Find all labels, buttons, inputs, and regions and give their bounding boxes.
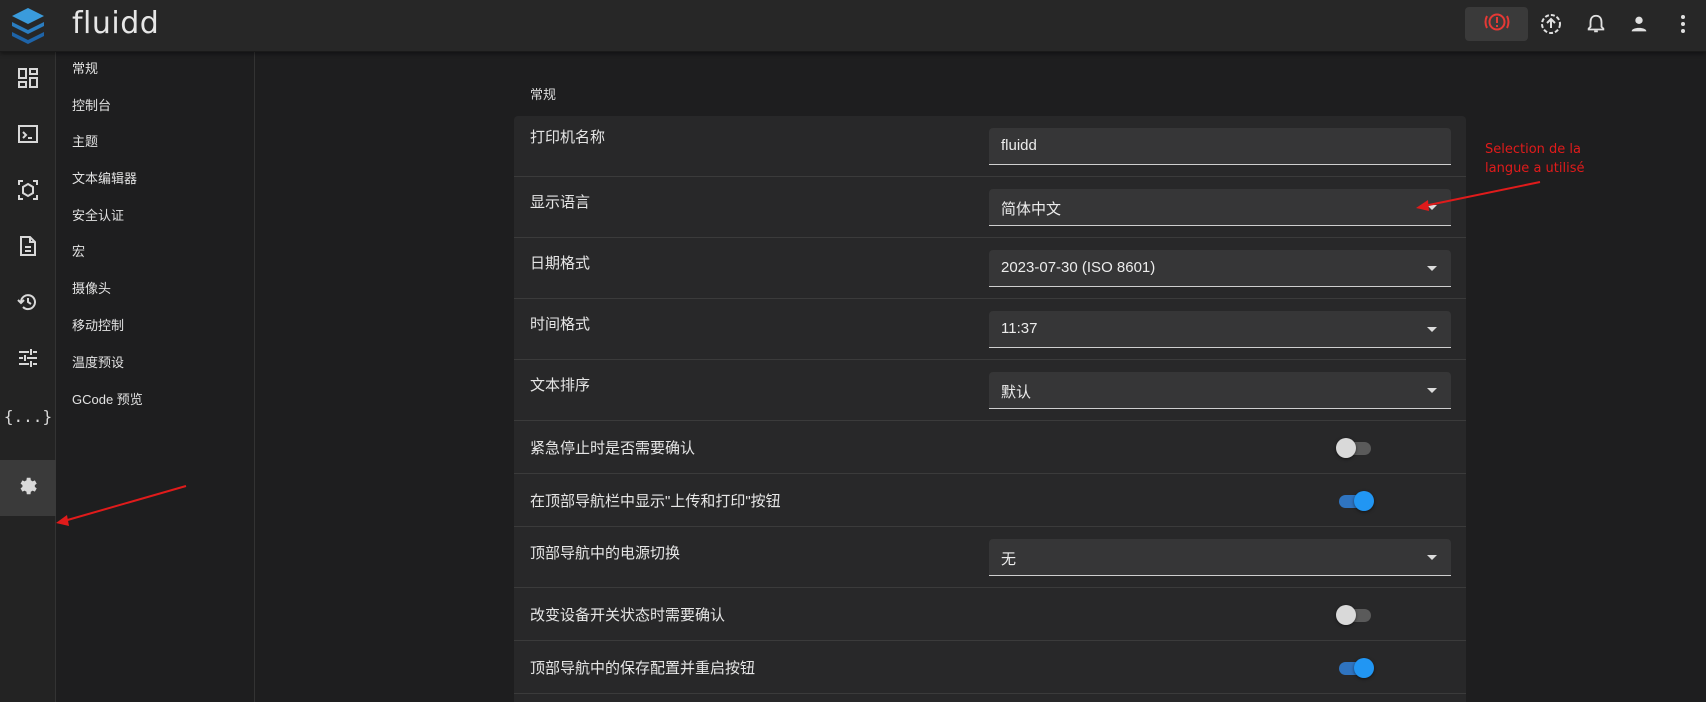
history-icon [17, 291, 39, 318]
fluidd-logo-icon[interactable] [8, 4, 48, 48]
date-format-value: 2023-07-30 (ISO 8601) [1001, 259, 1156, 276]
tune-icon [17, 347, 39, 374]
nav-history[interactable] [0, 276, 56, 332]
subnav-item-cameras[interactable]: 摄像头 [72, 278, 111, 297]
chevron-down-icon [1427, 205, 1437, 210]
text-sort-value: 默认 [1001, 384, 1032, 401]
dashboard-icon [17, 67, 39, 94]
console-icon [17, 123, 39, 150]
text-sort-select[interactable]: 默认 [989, 372, 1451, 409]
emergency-stop-button[interactable] [1465, 7, 1528, 41]
cube-icon [17, 179, 39, 206]
date-format-label: 日期格式 [530, 255, 591, 272]
top-app-bar: fluidd [0, 0, 1706, 52]
more-vert-icon[interactable] [1669, 10, 1697, 38]
annotation-line-1: Selection de la [1485, 142, 1582, 157]
code-braces-icon: {...} [3, 406, 53, 426]
setting-row-estop-confirm: 紧急停止时是否需要确认 [514, 421, 1466, 474]
upload-print-toggle[interactable] [1336, 489, 1374, 513]
printer-name-input[interactable]: fluidd [989, 128, 1451, 165]
upload-icon[interactable] [1537, 10, 1565, 38]
upload-print-label: 在顶部导航栏中显示"上传和打印"按钮 [530, 493, 781, 510]
subnav-item-general[interactable]: 常规 [72, 58, 98, 77]
language-value: 简体中文 [1001, 201, 1062, 218]
setting-row-save-restart: 顶部导航中的保存配置并重启按钮 [514, 641, 1466, 694]
nav-configuration[interactable]: {...} [0, 388, 56, 444]
language-label: 显示语言 [530, 194, 591, 211]
toggle-knob [1336, 438, 1356, 458]
settings-subnav: 常规 控制台 主题 文本编辑器 安全认证 宏 摄像头 移动控制 温度预设 GCo… [56, 52, 255, 702]
subnav-item-toolhead[interactable]: 移动控制 [72, 315, 124, 334]
subnav-item-auth[interactable]: 安全认证 [72, 205, 124, 224]
nav-tune[interactable] [0, 332, 56, 388]
toggle-knob [1354, 491, 1374, 511]
save-restart-toggle[interactable] [1336, 656, 1374, 680]
annotation-line-2: langue a utilisé [1485, 161, 1585, 176]
time-format-value: 11:37 [1001, 320, 1038, 337]
setting-row-printer-name: 打印机名称 fluidd [514, 116, 1466, 177]
subnav-item-gcode-preview[interactable]: GCode 预览 [72, 389, 143, 408]
save-restart-label: 顶部导航中的保存配置并重启按钮 [530, 660, 756, 677]
subnav-item-presets[interactable]: 温度预设 [72, 352, 124, 371]
setting-row-language: 显示语言 简体中文 [514, 177, 1466, 238]
estop-confirm-toggle[interactable] [1336, 436, 1374, 460]
printer-name-value: fluidd [1001, 137, 1037, 154]
setting-row-time-format: 时间格式 11:37 [514, 299, 1466, 360]
bell-icon[interactable] [1582, 10, 1610, 38]
file-icon [18, 235, 38, 262]
icon-navigation: {...} [0, 52, 56, 702]
nav-files[interactable] [0, 220, 56, 276]
toggle-knob [1354, 658, 1374, 678]
text-sort-label: 文本排序 [530, 377, 591, 394]
estop-confirm-label: 紧急停止时是否需要确认 [530, 440, 696, 457]
setting-row-text-sort: 文本排序 默认 [514, 360, 1466, 421]
chevron-down-icon [1427, 388, 1437, 393]
setting-row-power-toggle: 顶部导航中的电源切换 无 [514, 527, 1466, 588]
account-icon[interactable] [1625, 10, 1653, 38]
printer-name-label: 打印机名称 [530, 129, 606, 146]
time-format-select[interactable]: 11:37 [989, 311, 1451, 348]
subnav-item-theme[interactable]: 主题 [72, 131, 98, 150]
language-select[interactable]: 简体中文 [989, 189, 1451, 226]
annotation-note: Selection de la langue a utilisé [1485, 140, 1584, 178]
time-format-label: 时间格式 [530, 316, 591, 333]
toggle-knob [1336, 605, 1356, 625]
nav-print-preview[interactable] [0, 164, 56, 220]
nav-console[interactable] [0, 108, 56, 164]
device-confirm-label: 改变设备开关状态时需要确认 [530, 607, 726, 624]
power-toggle-value: 无 [1001, 551, 1017, 568]
chevron-down-icon [1427, 327, 1437, 332]
power-toggle-label: 顶部导航中的电源切换 [530, 545, 681, 562]
date-format-select[interactable]: 2023-07-30 (ISO 8601) [989, 250, 1451, 287]
app-title: fluidd [72, 6, 160, 41]
setting-row-date-format: 日期格式 2023-07-30 (ISO 8601) [514, 238, 1466, 299]
subnav-item-console[interactable]: 控制台 [72, 95, 111, 114]
setting-row-device-confirm: 改变设备开关状态时需要确认 [514, 588, 1466, 641]
subnav-item-editor[interactable]: 文本编辑器 [72, 168, 137, 187]
chevron-down-icon [1427, 266, 1437, 271]
general-settings-card: 打印机名称 fluidd 显示语言 简体中文 日期格式 2023-07-30 (… [514, 116, 1466, 702]
nav-dashboard[interactable] [0, 52, 56, 108]
nav-settings[interactable] [0, 460, 56, 516]
subnav-item-macros[interactable]: 宏 [72, 241, 85, 260]
setting-row-upload-print: 在顶部导航栏中显示"上传和打印"按钮 [514, 474, 1466, 527]
power-toggle-select[interactable]: 无 [989, 539, 1451, 576]
emergency-stop-icon [1484, 11, 1510, 38]
chevron-down-icon [1427, 555, 1437, 560]
section-title: 常规 [530, 87, 557, 102]
gear-icon [17, 475, 39, 502]
device-confirm-toggle[interactable] [1336, 603, 1374, 627]
